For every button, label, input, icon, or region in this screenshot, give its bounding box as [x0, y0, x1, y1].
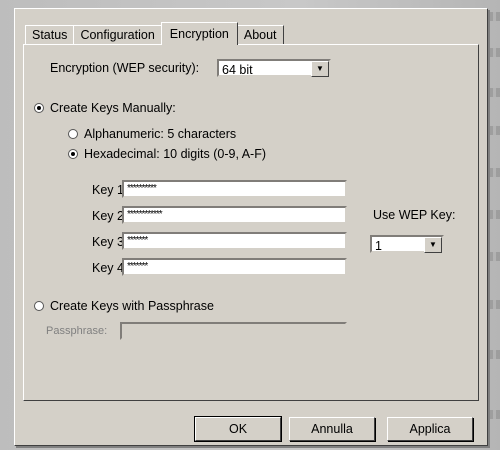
encryption-select[interactable]: 64 bit ▼	[217, 59, 331, 77]
create-keys-manually-label: Create Keys Manually:	[50, 101, 176, 115]
use-wep-key-label: Use WEP Key:	[373, 208, 456, 222]
create-keys-manually-radio[interactable]: Create Keys Manually:	[34, 101, 176, 115]
alphanumeric-radio[interactable]: Alphanumeric: 5 characters	[68, 127, 236, 141]
radio-unselected-icon	[68, 129, 78, 139]
chevron-down-icon[interactable]: ▼	[311, 61, 329, 77]
key-1-input[interactable]: **********	[122, 180, 347, 198]
create-keys-passphrase-label: Create Keys with Passphrase	[50, 299, 214, 313]
encryption-panel: Encryption (WEP security): 64 bit ▼ Crea…	[23, 44, 479, 401]
chevron-down-icon[interactable]: ▼	[424, 237, 442, 253]
encryption-select-value: 64 bit	[222, 63, 253, 77]
alphanumeric-label: Alphanumeric: 5 characters	[84, 127, 237, 141]
tab-status[interactable]: Status	[25, 25, 75, 45]
encryption-label: Encryption (WEP security):	[50, 61, 200, 75]
tab-configuration[interactable]: Configuration	[73, 25, 162, 45]
radio-unselected-icon	[34, 301, 44, 311]
use-wep-key-value: 1	[375, 239, 382, 253]
hexadecimal-radio[interactable]: Hexadecimal: 10 digits (0-9, A-F)	[68, 147, 266, 161]
tab-strip: Status Configuration Encryption About	[25, 22, 284, 45]
key-2-input[interactable]: ************	[122, 206, 347, 224]
wireless-settings-dialog: Status Configuration Encryption About En…	[14, 8, 488, 446]
cancel-button[interactable]: Annulla	[289, 417, 375, 441]
radio-selected-icon	[34, 103, 44, 113]
key-3-input[interactable]: *******	[122, 232, 347, 250]
key-4-input[interactable]: *******	[122, 258, 347, 276]
hexadecimal-label: Hexadecimal: 10 digits (0-9, A-F)	[84, 147, 267, 161]
create-keys-passphrase-radio[interactable]: Create Keys with Passphrase	[34, 299, 214, 313]
passphrase-label: Passphrase:	[46, 325, 108, 337]
use-wep-key-select[interactable]: 1 ▼	[370, 235, 444, 253]
tab-encryption[interactable]: Encryption	[160, 22, 238, 45]
passphrase-input[interactable]	[120, 322, 347, 340]
ok-button[interactable]: OK	[194, 416, 282, 442]
tab-about[interactable]: About	[236, 25, 284, 45]
apply-button[interactable]: Applica	[387, 417, 473, 441]
radio-selected-icon	[68, 149, 78, 159]
